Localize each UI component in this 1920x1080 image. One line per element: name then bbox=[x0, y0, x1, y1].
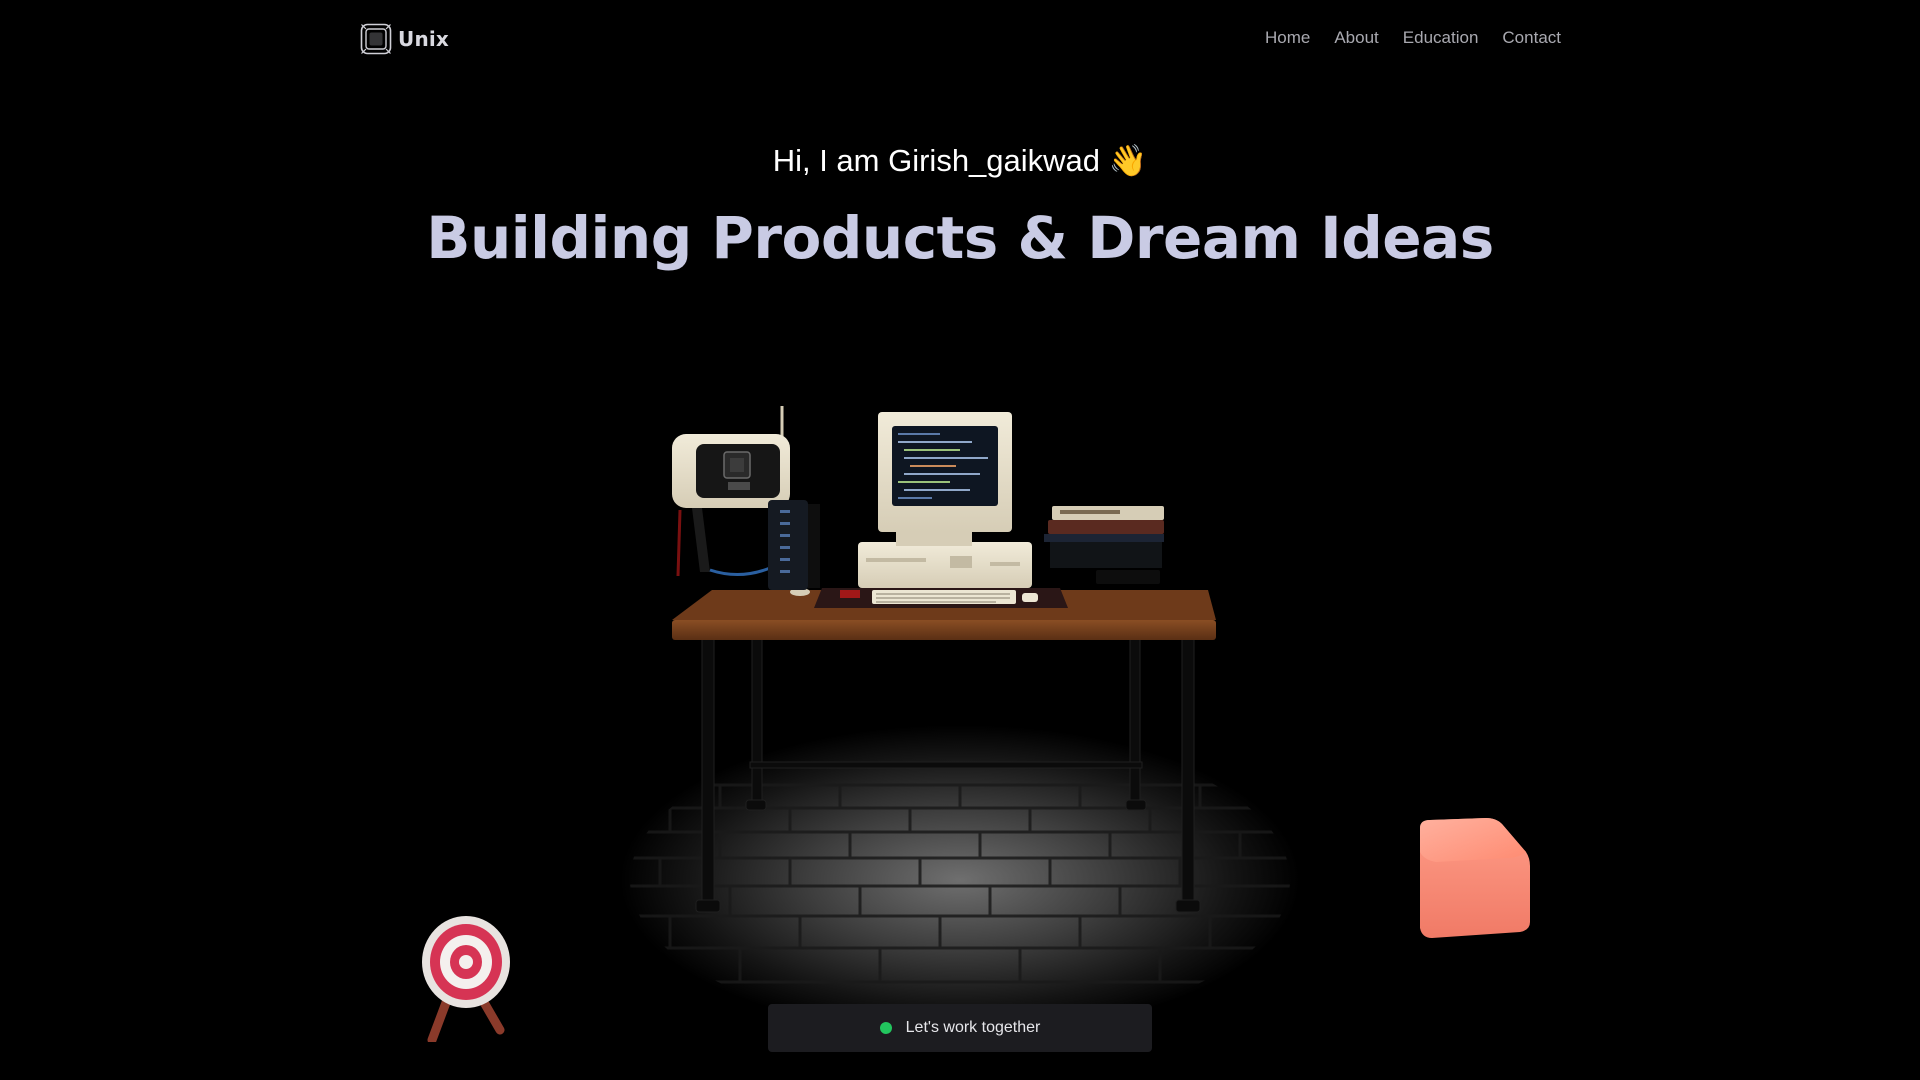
greeting-text: Hi, I am Girish_gaikwad bbox=[772, 143, 1101, 178]
cta-label: Let's work together bbox=[905, 1019, 1041, 1036]
floor-spotlight bbox=[620, 725, 1300, 1020]
nav-about-link[interactable]: About bbox=[1334, 28, 1378, 48]
nav-links: Home About Education Contact bbox=[1265, 28, 1561, 48]
brand-logo[interactable]: Unix bbox=[360, 23, 449, 55]
desk-gadget bbox=[840, 590, 860, 598]
speaker-stack bbox=[768, 500, 820, 590]
hero-headline: Building Products & Dream Ideas bbox=[426, 204, 1494, 272]
target-icon bbox=[422, 916, 510, 1042]
nav-home-link[interactable]: Home bbox=[1265, 28, 1310, 48]
nav-education-link[interactable]: Education bbox=[1403, 28, 1479, 48]
keyboard bbox=[872, 590, 1038, 604]
work-together-button[interactable]: Let's work together bbox=[768, 1004, 1152, 1052]
unix-logo-icon bbox=[360, 23, 392, 55]
status-dot-icon bbox=[879, 1022, 892, 1034]
hero-greeting: Hi, I am Girish_gaikwad 👋 bbox=[0, 142, 1920, 179]
wave-emoji-icon: 👋 bbox=[1108, 143, 1148, 178]
retro-desk-scene[interactable] bbox=[560, 380, 1360, 1020]
top-navbar: Unix Home About Education Contact bbox=[0, 0, 1920, 80]
crt-monitor bbox=[878, 412, 1012, 546]
brand-name: Unix bbox=[398, 27, 450, 51]
nav-contact-link[interactable]: Contact bbox=[1502, 28, 1561, 48]
cube-icon bbox=[1420, 818, 1530, 938]
media-stack bbox=[1044, 506, 1164, 584]
computer-tower bbox=[858, 542, 1032, 588]
